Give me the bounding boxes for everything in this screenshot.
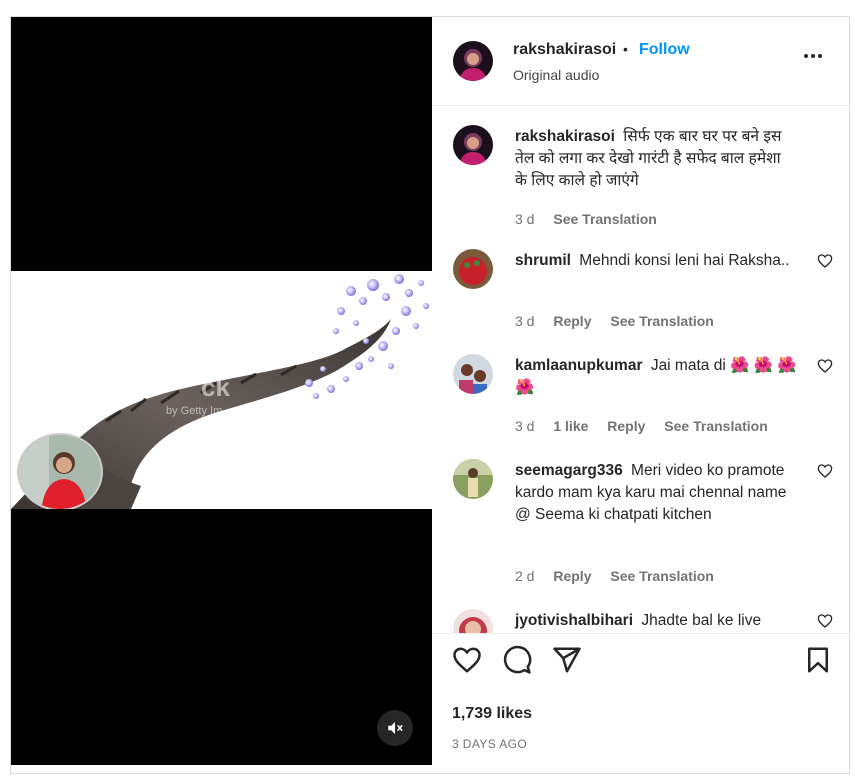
comment-likes-count[interactable]: 1 like <box>553 418 588 434</box>
post-sidebar: rakshakirasoi • Follow Original audio ra… <box>432 17 851 775</box>
commenter-avatar[interactable] <box>453 354 493 394</box>
comment-text: Mehndi konsi leni hai Raksha.. <box>579 252 790 269</box>
comment-item: seemagarg336 Meri video ko pramote kardo… <box>432 441 851 591</box>
watermark-text: ck <box>201 372 230 402</box>
author-avatar[interactable] <box>453 41 493 81</box>
caption-time[interactable]: 3 d <box>515 211 534 227</box>
caption-avatar[interactable] <box>453 125 493 165</box>
bookmark-icon[interactable] <box>803 645 833 675</box>
commenter-avatar[interactable] <box>453 459 493 499</box>
comment-body: shrumil Mehndi konsi leni hai Raksha.. <box>515 250 805 272</box>
speaker-muted-icon <box>388 722 403 734</box>
comment-icon[interactable] <box>502 645 532 675</box>
post-header: rakshakirasoi • Follow Original audio <box>432 17 851 106</box>
comment-body: jyotivishalbihari Jhadte bal ke live <box>515 610 805 632</box>
comment-like-icon[interactable] <box>817 613 833 629</box>
mute-button[interactable] <box>377 710 413 746</box>
follow-button[interactable]: Follow <box>639 41 690 59</box>
reply-button[interactable]: Reply <box>607 418 645 434</box>
comment-item: jyotivishalbihari Jhadte bal ke live <box>432 591 851 633</box>
separator-dot: • <box>623 41 628 57</box>
post-modal: ck by Getty Im rakshakirasoi • Follow Or… <box>10 16 851 775</box>
caption-meta: 3 d See Translation <box>515 211 672 227</box>
comment-like-icon[interactable] <box>817 253 833 269</box>
comment-meta: 3 d Reply See Translation <box>515 313 729 329</box>
comment-meta: 3 d 1 like Reply See Translation <box>515 418 783 434</box>
audio-label[interactable]: Original audio <box>513 67 599 83</box>
see-translation-link[interactable]: See Translation <box>610 313 713 329</box>
video-frame: ck by Getty Im <box>11 271 432 509</box>
comment-body: kamlaanupkumar Jai mata di 🌺 🌺 🌺 🌺 <box>515 355 805 399</box>
comments-list[interactable]: rakshakirasoi सिर्फ एक बार घर पर बने इस … <box>432 107 851 634</box>
commenter-avatar[interactable] <box>453 609 493 633</box>
more-icon <box>804 54 808 58</box>
more-options-button[interactable] <box>804 51 826 61</box>
comment-time[interactable]: 3 d <box>515 313 534 329</box>
caption-item: rakshakirasoi सिर्फ एक बार घर पर बने इस … <box>432 107 851 237</box>
see-translation-link[interactable]: See Translation <box>553 211 656 227</box>
commenter-username[interactable]: jyotivishalbihari <box>515 612 633 629</box>
commenter-username[interactable]: kamlaanupkumar <box>515 357 643 374</box>
commenter-username[interactable]: shrumil <box>515 252 571 269</box>
comment-text: Jhadte bal ke live <box>641 612 762 629</box>
post-actions <box>432 645 851 685</box>
comment-body: seemagarg336 Meri video ko pramote kardo… <box>515 460 805 526</box>
creator-inset-image <box>17 433 103 509</box>
watermark-subtext: by Getty Im <box>166 405 222 417</box>
see-translation-link[interactable]: See Translation <box>610 568 713 584</box>
comment-like-icon[interactable] <box>817 358 833 374</box>
reply-button[interactable]: Reply <box>553 568 591 584</box>
comment-like-icon[interactable] <box>817 463 833 479</box>
comment-item: kamlaanupkumar Jai mata di 🌺 🌺 🌺 🌺 3 d 1… <box>432 336 851 441</box>
comment-time[interactable]: 2 d <box>515 568 534 584</box>
caption-body: rakshakirasoi सिर्फ एक बार घर पर बने इस … <box>515 126 795 192</box>
commenter-avatar[interactable] <box>453 249 493 289</box>
comment-meta: 2 d Reply See Translation <box>515 568 729 584</box>
heart-icon[interactable] <box>452 645 482 675</box>
reply-button[interactable]: Reply <box>553 313 591 329</box>
see-translation-link[interactable]: See Translation <box>664 418 767 434</box>
reel-video[interactable]: ck by Getty Im <box>11 17 432 765</box>
comment-time[interactable]: 3 d <box>515 418 534 434</box>
comment-item: shrumil Mehndi konsi leni hai Raksha.. 3… <box>432 231 851 336</box>
commenter-username[interactable]: seemagarg336 <box>515 462 623 479</box>
post-date[interactable]: 3 DAYS AGO <box>452 737 527 751</box>
caption-username[interactable]: rakshakirasoi <box>515 128 615 145</box>
likes-count[interactable]: 1,739 likes <box>452 705 532 723</box>
author-username[interactable]: rakshakirasoi <box>513 41 616 59</box>
share-icon[interactable] <box>552 645 582 675</box>
